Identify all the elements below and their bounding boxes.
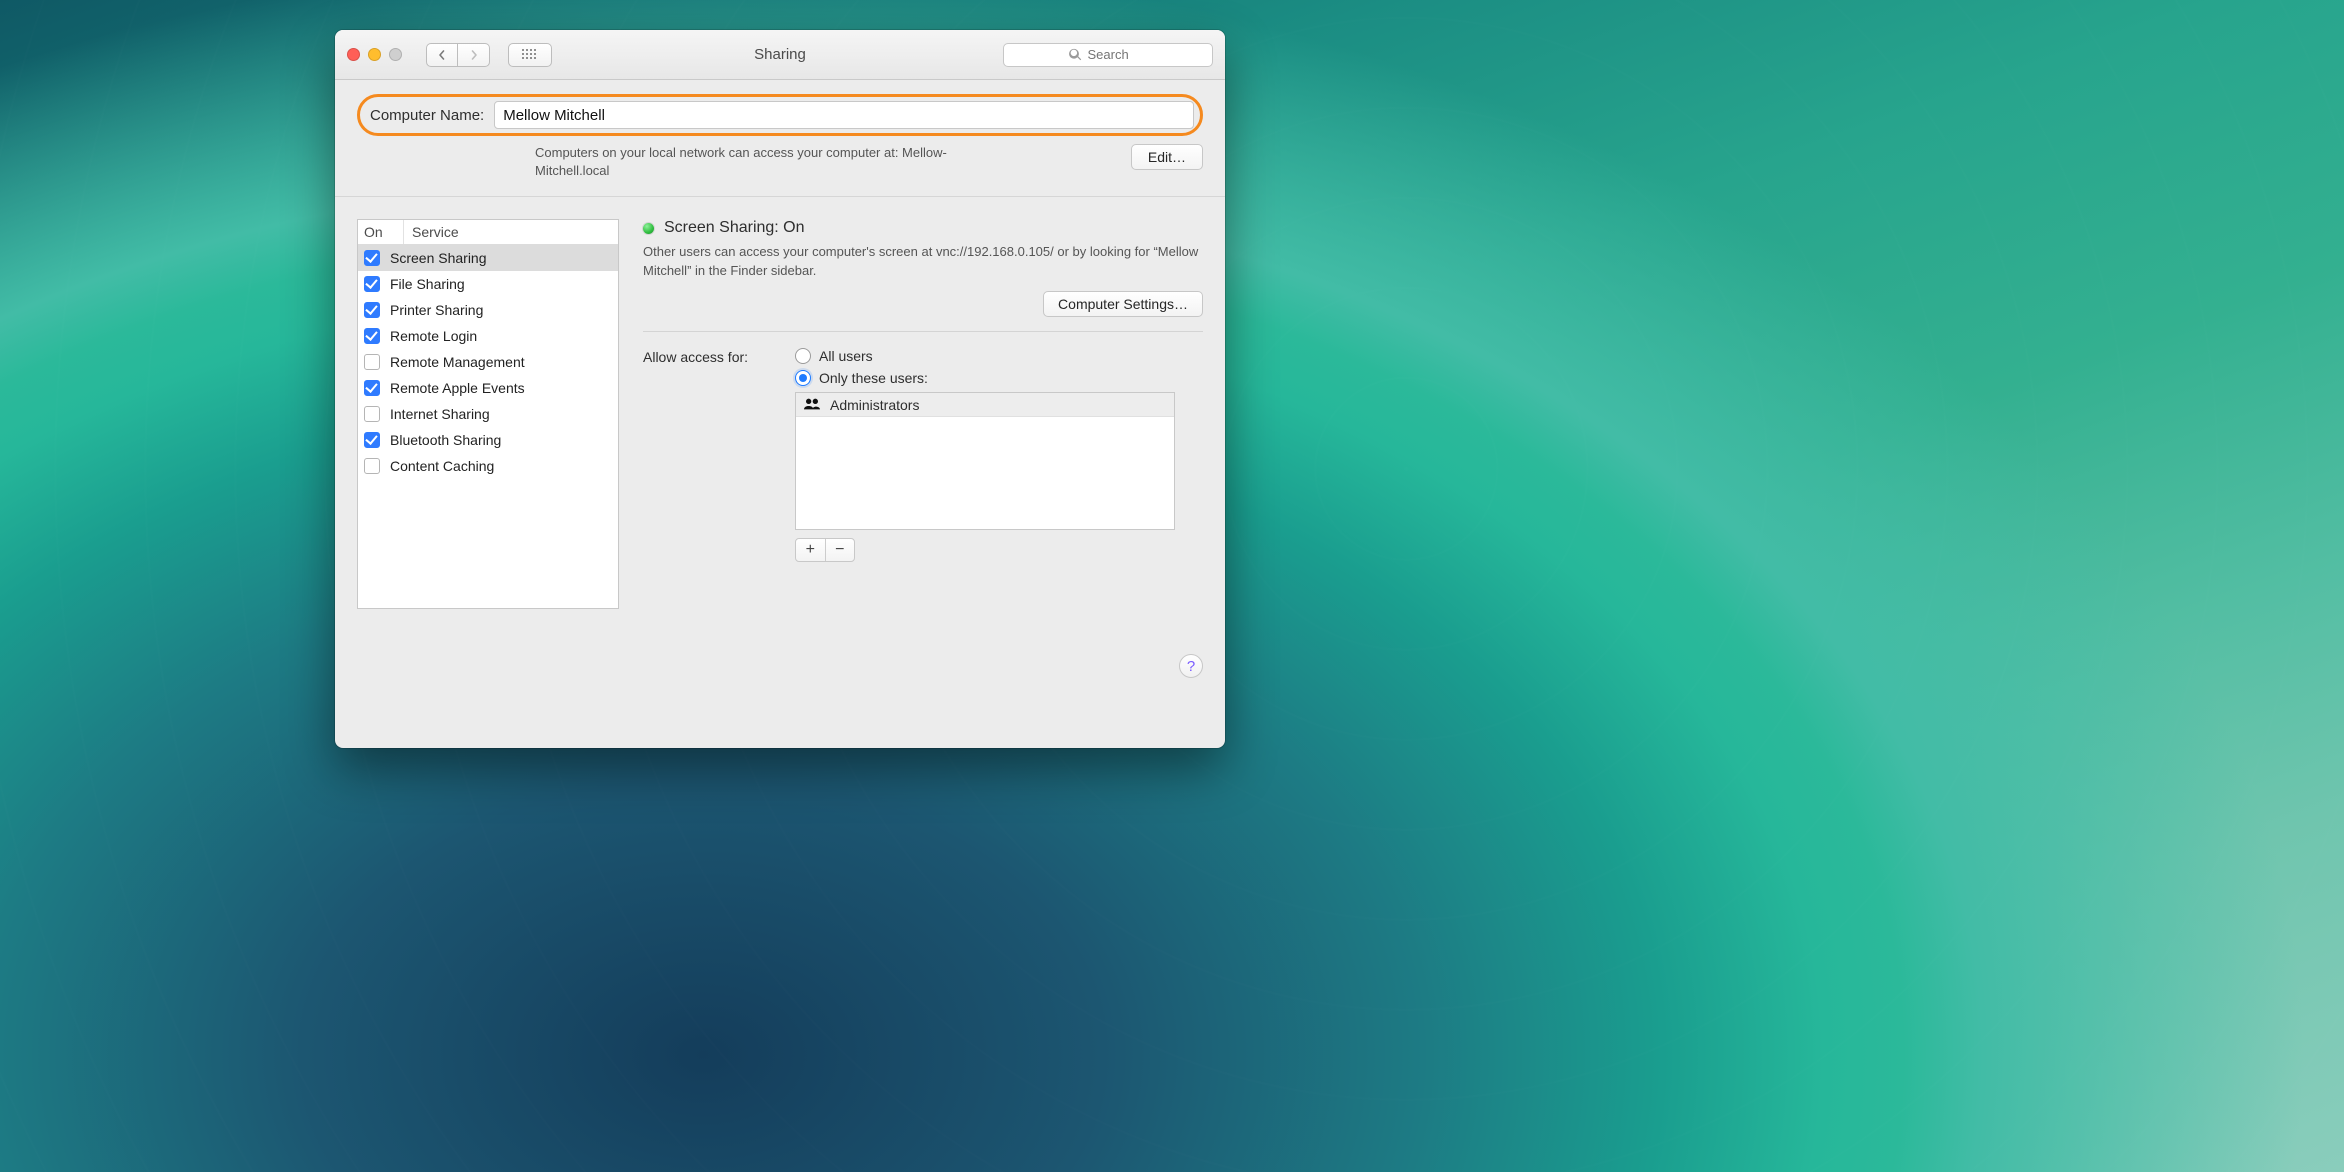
computer-name-label: Computer Name: (370, 107, 484, 124)
group-icon (804, 397, 820, 413)
radio-all-users[interactable] (795, 348, 811, 364)
service-label: Remote Apple Events (390, 380, 525, 396)
access-label: Allow access for: (643, 348, 785, 386)
service-checkbox[interactable] (364, 406, 380, 422)
service-checkbox[interactable] (364, 276, 380, 292)
service-checkbox[interactable] (364, 302, 380, 318)
service-label: File Sharing (390, 276, 465, 292)
service-row[interactable]: Remote Login (358, 323, 618, 349)
desktop-background: Sharing Computer Name: Computers on your… (0, 0, 2344, 1172)
allowed-users-item-0: Administrators (830, 397, 919, 413)
edit-hostname-button[interactable]: Edit… (1131, 144, 1203, 170)
service-label: Remote Login (390, 328, 477, 344)
chevron-left-icon (437, 50, 447, 60)
service-checkbox[interactable] (364, 328, 380, 344)
grid-icon (522, 49, 538, 61)
search-field[interactable] (1003, 43, 1213, 67)
access-radio-group: All users Only these users: (795, 348, 928, 386)
main-content: On Service Screen Sharing File Sharing Pri… (335, 197, 1225, 692)
radio-only-users-row[interactable]: Only these users: (795, 370, 928, 386)
computer-name-highlight: Computer Name: (357, 94, 1203, 136)
service-label: Bluetooth Sharing (390, 432, 501, 448)
service-detail-panel: Screen Sharing: On Other users can acces… (643, 219, 1203, 676)
add-remove-users: + − (795, 538, 855, 562)
services-table-body: Screen Sharing File Sharing Printer Sharin… (358, 245, 618, 608)
nav-buttons (426, 43, 490, 67)
back-button[interactable] (426, 43, 458, 67)
services-col-service: Service (404, 220, 618, 244)
service-label: Internet Sharing (390, 406, 490, 422)
service-status-label: Screen Sharing: On (664, 219, 805, 237)
sharing-preferences-window: Sharing Computer Name: Computers on your… (335, 30, 1225, 748)
radio-all-users-label: All users (819, 348, 873, 364)
divider (643, 331, 1203, 332)
service-checkbox[interactable] (364, 354, 380, 370)
minimize-window-button[interactable] (368, 48, 381, 61)
titlebar: Sharing (335, 30, 1225, 80)
allowed-users-list[interactable]: Administrators (795, 392, 1175, 530)
service-row[interactable]: Content Caching (358, 453, 618, 479)
computer-settings-button[interactable]: Computer Settings… (1043, 291, 1203, 317)
services-col-on: On (358, 220, 404, 244)
radio-only-users[interactable] (795, 370, 811, 386)
remove-user-button[interactable]: − (826, 539, 855, 561)
access-row: Allow access for: All users Only these u… (643, 348, 1203, 386)
computer-name-input[interactable] (494, 101, 1194, 129)
search-input[interactable] (1088, 47, 1148, 62)
show-all-button[interactable] (508, 43, 552, 67)
zoom-window-button[interactable] (389, 48, 402, 61)
service-label: Printer Sharing (390, 302, 483, 318)
help-icon: ? (1187, 658, 1195, 675)
service-row[interactable]: Printer Sharing (358, 297, 618, 323)
chevron-right-icon (469, 50, 479, 60)
service-checkbox[interactable] (364, 380, 380, 396)
window-controls (347, 48, 402, 61)
radio-only-users-label: Only these users: (819, 370, 928, 386)
service-checkbox[interactable] (364, 432, 380, 448)
status-led-icon (643, 223, 654, 234)
service-label: Remote Management (390, 354, 525, 370)
list-item[interactable]: Administrators (796, 393, 1174, 417)
service-label: Content Caching (390, 458, 494, 474)
service-label: Screen Sharing (390, 250, 487, 266)
computer-name-section: Computer Name: Computers on your local n… (335, 80, 1225, 197)
service-row[interactable]: Screen Sharing (358, 245, 618, 271)
service-row[interactable]: Bluetooth Sharing (358, 427, 618, 453)
search-icon (1069, 48, 1082, 61)
close-window-button[interactable] (347, 48, 360, 61)
radio-all-users-row[interactable]: All users (795, 348, 928, 364)
service-status-row: Screen Sharing: On (643, 219, 1203, 237)
service-description: Other users can access your computer's s… (643, 243, 1203, 281)
footer-space (335, 692, 1225, 748)
add-user-button[interactable]: + (796, 539, 826, 561)
service-row[interactable]: Internet Sharing (358, 401, 618, 427)
services-table: On Service Screen Sharing File Sharing Pri… (357, 219, 619, 609)
service-row[interactable]: Remote Apple Events (358, 375, 618, 401)
service-row[interactable]: Remote Management (358, 349, 618, 375)
forward-button[interactable] (458, 43, 490, 67)
service-row[interactable]: File Sharing (358, 271, 618, 297)
service-checkbox[interactable] (364, 250, 380, 266)
computer-name-network-text: Computers on your local network can acce… (535, 144, 995, 180)
service-checkbox[interactable] (364, 458, 380, 474)
services-table-header: On Service (358, 220, 618, 245)
help-button[interactable]: ? (1179, 654, 1203, 678)
